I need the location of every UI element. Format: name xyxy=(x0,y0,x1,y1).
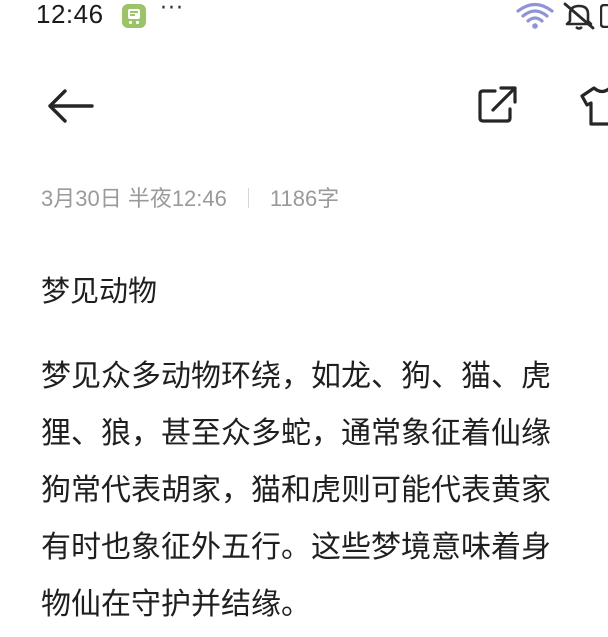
status-more-dots: ··· xyxy=(160,0,184,21)
note-title[interactable]: 梦见动物 xyxy=(41,268,157,310)
silent-icon xyxy=(561,1,597,35)
tshirt-skin-icon xyxy=(578,86,608,134)
status-bar: 12:46 ··· xyxy=(0,0,608,36)
battery-icon xyxy=(599,3,608,32)
note-line: 狗常代表胡家，猫和虎则可能代表黄家 xyxy=(41,473,551,508)
note-line: 狸、狼，甚至众多蛇，通常象征着仙缘 xyxy=(41,416,551,451)
back-button[interactable] xyxy=(44,86,96,126)
note-line: 梦见众多动物环绕，如龙、狗、猫、虎 xyxy=(41,359,551,394)
status-time: 12:46 xyxy=(36,0,104,29)
note-meta: 3月30日 半夜12:46 1186字 xyxy=(41,181,339,211)
note-body[interactable]: 梦见众多动物环绕，如龙、狗、猫、虎 狸、狼，甚至众多蛇，通常象征着仙缘 狗常代表… xyxy=(41,352,608,637)
skin-button[interactable] xyxy=(578,82,608,130)
note-line: 物仙在守护并结缘。 xyxy=(41,587,311,622)
share-button[interactable] xyxy=(474,82,522,130)
note-word-count: 1186字 xyxy=(269,186,340,211)
share-icon xyxy=(474,86,522,134)
wifi-icon xyxy=(516,2,554,34)
meta-divider xyxy=(247,188,249,208)
note-date: 3月30日 半夜12:46 xyxy=(41,186,227,211)
toolbar xyxy=(0,70,608,140)
note-line: 有时也象征外五行。这些梦境意味着身 xyxy=(41,530,551,565)
back-arrow-icon xyxy=(44,89,96,130)
app-notification-icon xyxy=(121,3,147,33)
